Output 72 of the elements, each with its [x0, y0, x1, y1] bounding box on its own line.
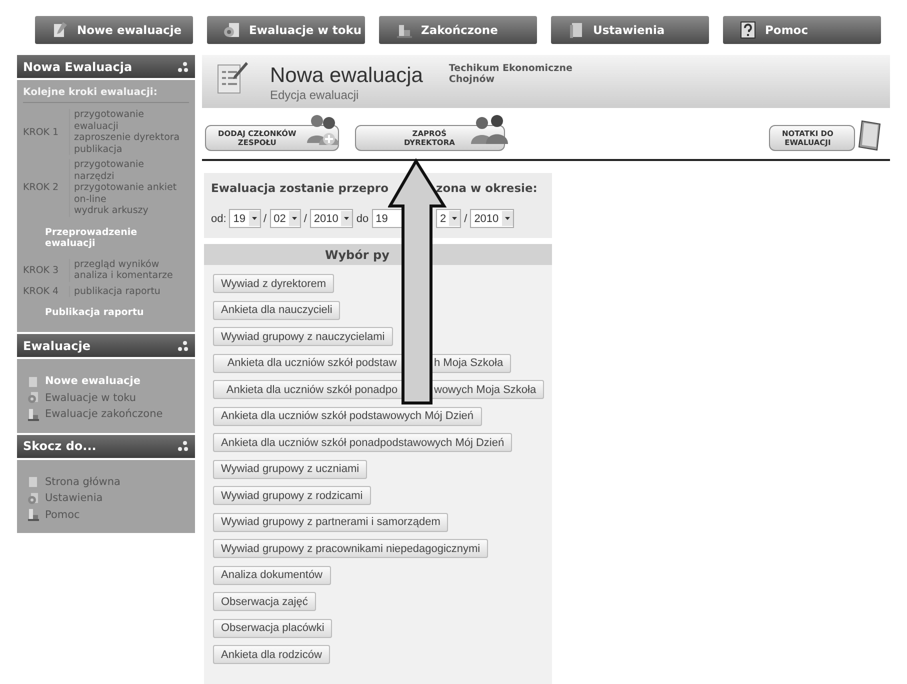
question-button[interactable]: Wywiad grupowy z pracownikami niepedagogicznymi [213, 539, 488, 558]
nav-tab[interactable]: Ustawienia [551, 16, 709, 44]
question-button[interactable]: Ankieta dla rodziców [213, 645, 330, 664]
month-select[interactable]: 02 [270, 209, 301, 228]
document-icon [27, 475, 39, 488]
section-title: Nowa Ewaluacja [23, 60, 132, 74]
people-icon [469, 113, 509, 145]
gear-document-icon [223, 21, 241, 39]
period-heading: Ewaluacja zostanie przepro [211, 181, 388, 195]
dots-icon [177, 440, 189, 452]
dropdown-caret-icon [449, 211, 460, 226]
nav-tab[interactable]: Zakończone [379, 16, 537, 44]
step-description: przegląd wyników analiza i komentarze [69, 258, 189, 282]
document-icon [27, 374, 39, 388]
book-icon [567, 21, 585, 39]
day-select[interactable]: 19 [229, 209, 261, 228]
section-title: Skocz do... [23, 439, 96, 453]
dropdown-caret-icon [248, 211, 260, 226]
dropdown-caret-icon [288, 211, 300, 226]
date-separator: / [304, 212, 307, 224]
question-button[interactable]: Obserwacja zajęć [213, 592, 316, 611]
question-button[interactable]: Wywiad grupowy z nauczycielami [213, 327, 393, 346]
document-icon [51, 21, 69, 39]
date-separator: / [264, 212, 267, 224]
stage-label: Publikacja raportu [44, 306, 145, 320]
question-button[interactable]: Analiza dokumentów [213, 566, 331, 584]
gear-icon [27, 492, 39, 505]
year-select[interactable]: 2010 [310, 209, 354, 228]
question-button[interactable]: Wywiad grupowy z uczniami [213, 460, 368, 478]
step-description: przygotowanie narzędzi przygotowanie ankiet on-line wydruk arkuszy [69, 159, 189, 216]
notebook-icon [856, 119, 882, 151]
question-button[interactable]: Obserwacja placówki [213, 618, 332, 638]
period-heading: zona w okresie: [436, 181, 538, 195]
help-icon [739, 21, 757, 39]
dots-icon [177, 340, 189, 352]
nav-tab[interactable]: Nowe ewaluacje [35, 16, 193, 44]
date-separator: / [464, 212, 468, 224]
page-title: Nowa ewaluacja [270, 64, 423, 88]
step-description: publikacja raportu [69, 286, 189, 297]
school-name: Techikum Ekonomiczne Chojnów [448, 63, 572, 85]
from-label: od: [211, 212, 226, 224]
question-button[interactable]: Wywiad grupowy z rodzicami [213, 486, 371, 505]
month-select[interactable]: 2 [436, 209, 462, 228]
dropdown-caret-icon [502, 211, 513, 226]
step-label: KROK 3 [23, 264, 60, 276]
question-button[interactable]: Ankieta dla uczniów szkół ponadpo wowych Moja Szkoła [213, 380, 544, 399]
question-button[interactable]: Ankieta dla uczniów szkół ponadpodstawowych Mój Dzień [213, 433, 512, 452]
nav-tab[interactable]: Pomoc [723, 16, 881, 44]
question-button[interactable]: Ankieta dla nauczycieli [213, 300, 340, 320]
section-title: Ewaluacje [23, 338, 90, 352]
to-label: do [356, 212, 369, 224]
chart-icon [27, 508, 39, 522]
stage-label: Przeprowadzenie ewaluacji [44, 226, 138, 250]
step-description: przygotowanie ewaluacji zaproszenie dyrektora publikacja [69, 109, 189, 155]
step-label: KROK 4 [23, 286, 60, 297]
dropdown-caret-icon [341, 211, 352, 226]
question-button[interactable]: Ankieta dla uczniów szkół podstaw h Moja Szkoła [213, 354, 512, 372]
gear-icon [27, 391, 39, 404]
nav-tab[interactable]: Ewaluacje w toku [207, 16, 365, 44]
checklist-icon [216, 61, 248, 95]
people-add-icon [305, 113, 341, 147]
page-subtitle: Edycja ewaluacji [270, 88, 360, 102]
question-button[interactable]: Ankieta dla uczniów szkół podstawowych Mój Dzień [213, 406, 482, 426]
list-title: Wybór py [325, 248, 390, 262]
question-button[interactable]: Wywiad grupowy z partnerami i samorządem [213, 512, 448, 532]
section-subtitle: Kolejne kroki ewaluacji: [23, 84, 189, 103]
dots-icon [177, 60, 189, 72]
step-label: KROK 1 [23, 126, 60, 138]
question-button[interactable]: Wywiad z dyrektorem [213, 274, 334, 293]
step-label: KROK 2 [23, 182, 60, 194]
chart-icon [27, 408, 39, 421]
year-select[interactable]: 2010 [470, 209, 514, 228]
